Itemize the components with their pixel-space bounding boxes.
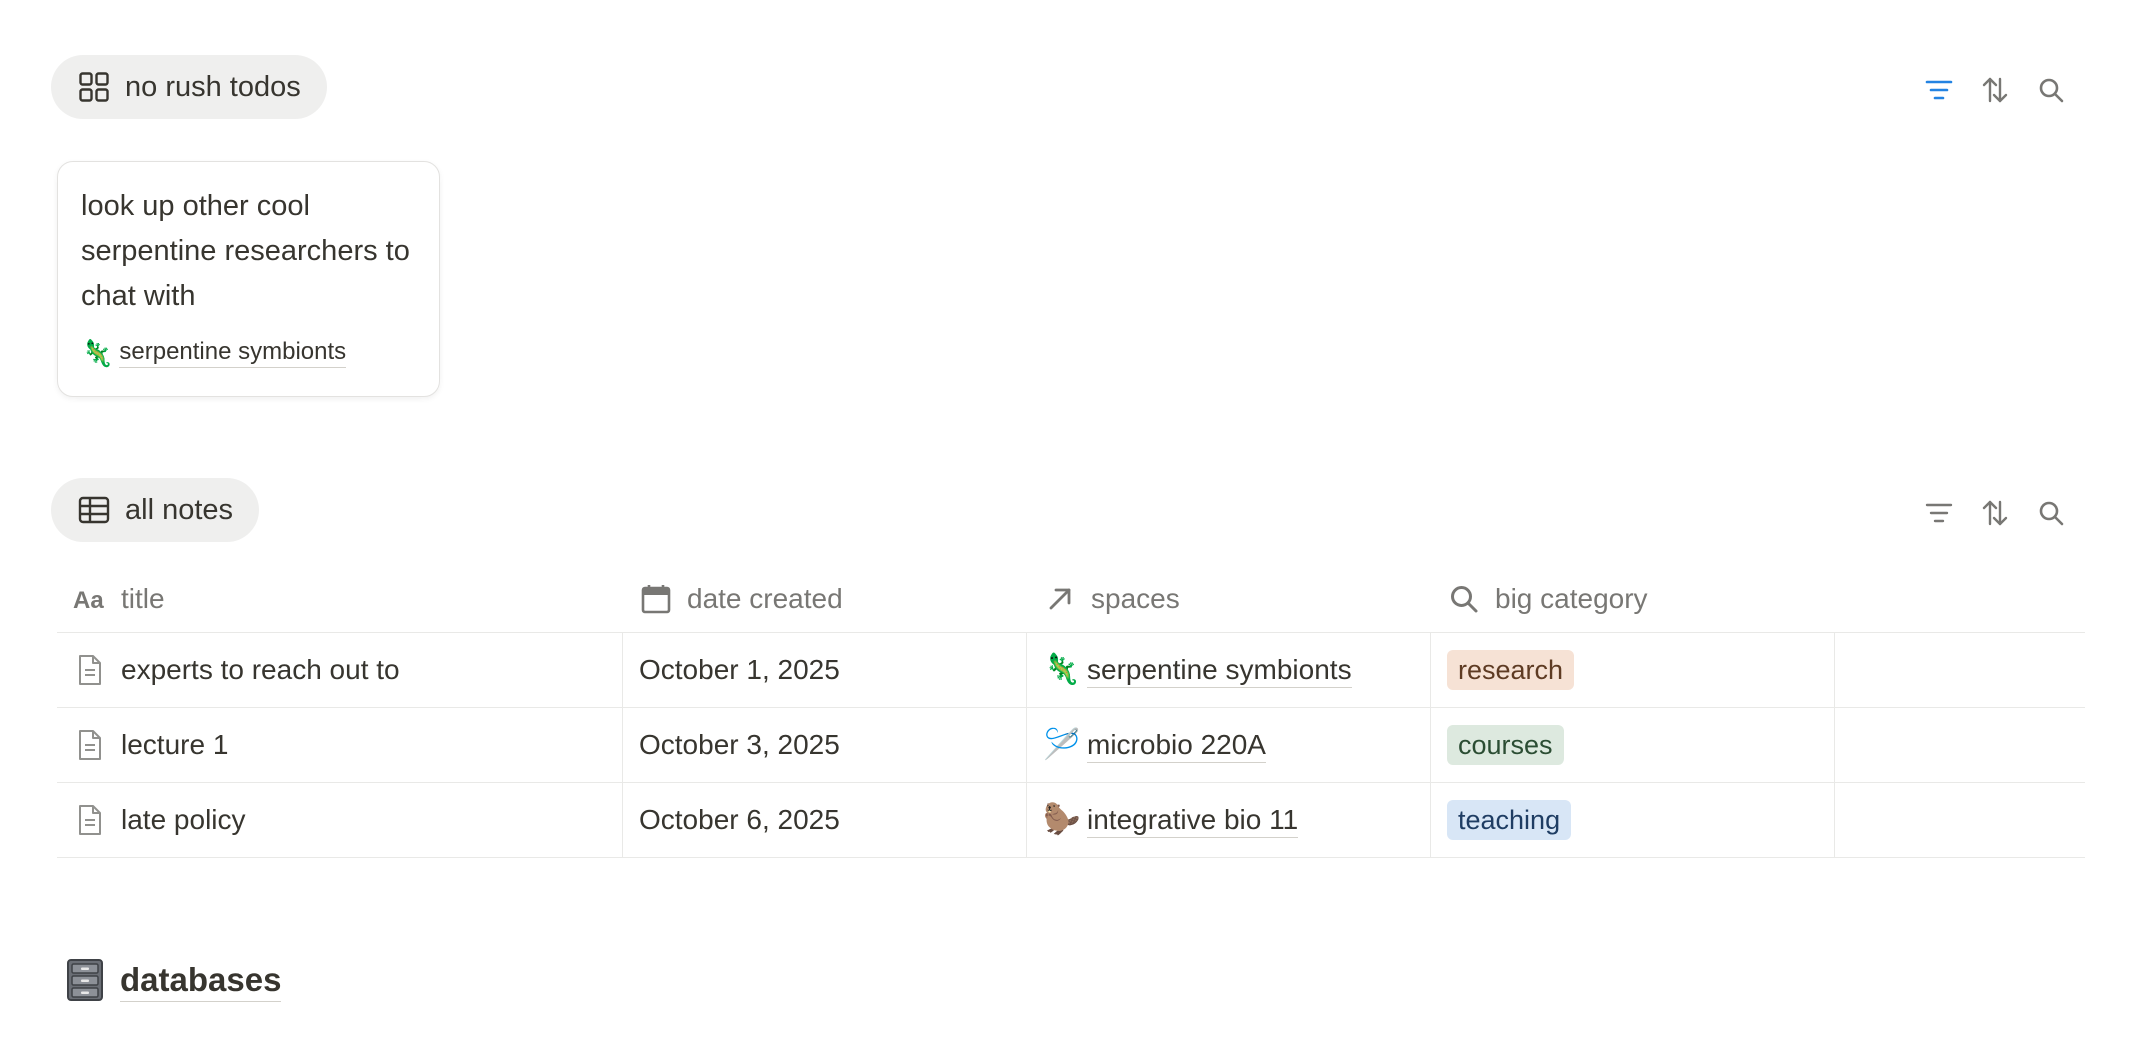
cell-big-category[interactable]: courses	[1431, 708, 1835, 782]
sort-icon[interactable]	[1978, 496, 2012, 530]
card-title: look up other cool serpentine researcher…	[81, 190, 410, 312]
category-tag: courses	[1447, 725, 1564, 765]
table-header: Aa title date created spaces big categor…	[57, 565, 2085, 633]
cell-big-category[interactable]: teaching	[1431, 783, 1835, 857]
category-tag: research	[1447, 650, 1575, 690]
needle-icon: 🪡	[1043, 728, 1081, 761]
calendar-icon	[639, 582, 673, 616]
notes-table: Aa title date created spaces big categor…	[57, 565, 2085, 858]
table-row[interactable]: late policy October 6, 2025 🦫 integrativ…	[57, 783, 2085, 858]
row-title: lecture 1	[121, 729, 229, 760]
cell-big-category[interactable]: research	[1431, 633, 1835, 707]
table-icon	[77, 493, 111, 527]
search-icon[interactable]	[2034, 496, 2068, 530]
table-row[interactable]: lecture 1 October 3, 2025 🪡 microbio 220…	[57, 708, 2085, 783]
column-header-label: title	[121, 582, 165, 614]
page-icon	[73, 728, 107, 762]
search-icon	[1447, 582, 1481, 616]
filter-icon[interactable]	[1922, 496, 1956, 530]
view-tab-label: all notes	[125, 493, 234, 526]
table-toolbar	[1922, 496, 2068, 530]
view-tab-label: no rush todos	[125, 70, 301, 103]
board-card[interactable]: look up other cool serpentine researcher…	[57, 161, 440, 397]
file-cabinet-icon	[66, 958, 106, 1002]
row-title: late policy	[121, 804, 246, 835]
page-icon	[73, 653, 107, 687]
cell-date-created[interactable]: October 1, 2025	[623, 633, 1027, 707]
text-property-icon: Aa	[73, 582, 107, 616]
lizard-icon: 🦎	[1043, 653, 1081, 686]
column-header-big-category[interactable]: big category	[1431, 565, 1835, 632]
lizard-icon: 🦎	[81, 337, 114, 368]
databases-link[interactable]: databases	[66, 958, 282, 1002]
column-header-date-created[interactable]: date created	[623, 565, 1027, 632]
cell-date-created[interactable]: October 6, 2025	[623, 783, 1027, 857]
cell-blank	[1835, 708, 2085, 782]
board-toolbar	[1922, 73, 2068, 107]
card-space-link[interactable]: 🦎 serpentine symbionts	[81, 337, 417, 368]
cell-title[interactable]: lecture 1	[57, 708, 623, 782]
column-header-label: date created	[687, 582, 843, 614]
relation-arrow-icon	[1043, 582, 1077, 616]
column-header-label: spaces	[1091, 582, 1180, 614]
space-link[interactable]: serpentine symbionts	[1087, 653, 1352, 688]
page-icon	[73, 803, 107, 837]
column-header-title[interactable]: Aa title	[57, 565, 623, 632]
filter-icon[interactable]	[1922, 73, 1956, 107]
space-link[interactable]: integrative bio 11	[1087, 803, 1299, 838]
column-header-label: big category	[1495, 582, 1648, 614]
card-space-label: serpentine symbionts	[119, 337, 347, 368]
cell-spaces[interactable]: 🪡 microbio 220A	[1027, 708, 1431, 782]
grid-icon	[77, 70, 111, 104]
search-icon[interactable]	[2034, 73, 2068, 107]
column-header-spaces[interactable]: spaces	[1027, 565, 1431, 632]
view-tab-all-notes[interactable]: all notes	[51, 478, 260, 542]
cell-title[interactable]: experts to reach out to	[57, 633, 623, 707]
databases-label: databases	[120, 959, 282, 1002]
cell-spaces[interactable]: 🦎 serpentine symbionts	[1027, 633, 1431, 707]
cell-blank	[1835, 633, 2085, 707]
row-title: experts to reach out to	[121, 654, 400, 685]
svg-text:Aa: Aa	[73, 587, 104, 611]
cell-title[interactable]: late policy	[57, 783, 623, 857]
sort-icon[interactable]	[1978, 73, 2012, 107]
column-header-blank	[1835, 565, 2085, 632]
category-tag: teaching	[1447, 800, 1572, 840]
table-row[interactable]: experts to reach out to October 1, 2025 …	[57, 633, 2085, 708]
beaver-icon: 🦫	[1043, 803, 1081, 836]
cell-date-created[interactable]: October 3, 2025	[623, 708, 1027, 782]
cell-spaces[interactable]: 🦫 integrative bio 11	[1027, 783, 1431, 857]
view-tab-no-rush-todos[interactable]: no rush todos	[51, 55, 327, 119]
space-link[interactable]: microbio 220A	[1087, 728, 1266, 763]
cell-blank	[1835, 783, 2085, 857]
